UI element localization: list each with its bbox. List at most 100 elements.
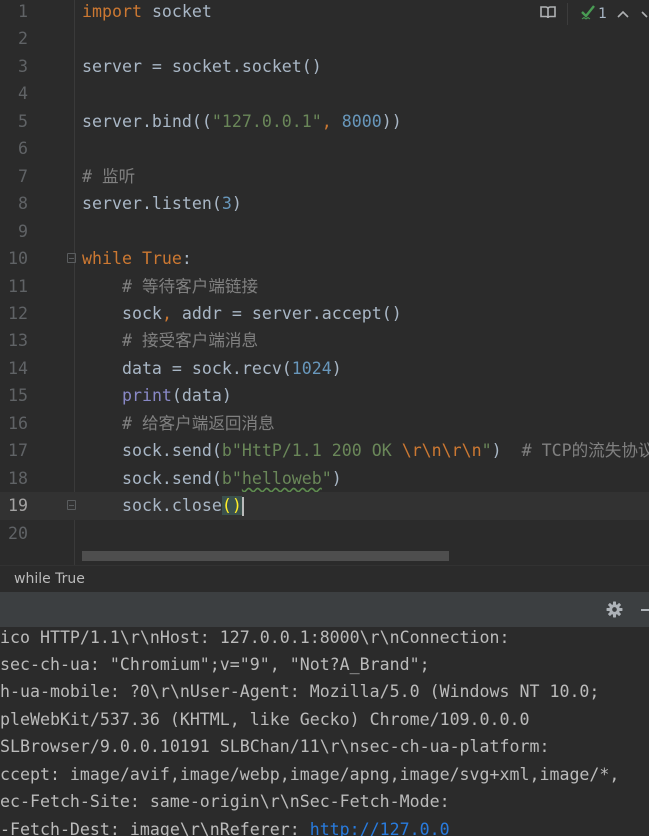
line-number[interactable]: 8 xyxy=(0,190,28,217)
fold-start-icon[interactable] xyxy=(67,253,76,264)
code-line[interactable]: 7 # 监听 xyxy=(0,163,649,190)
code-token: : xyxy=(181,249,192,269)
code-text: server.listen(3) xyxy=(82,190,242,217)
code-line[interactable]: 5 server.bind(("127.0.0.1", 8000)) xyxy=(0,108,649,135)
console-line: h-ua-mobile: ?0\r\nUser-Agent: Mozilla/5… xyxy=(0,678,599,705)
code-token: () xyxy=(221,496,242,516)
console-text: ccept: image/avif,image/webp,image/apng,… xyxy=(0,764,620,784)
console-text: SLBrowser/9.0.0.10191 SLBChan/11\r\nsec-… xyxy=(0,737,550,757)
code-line[interactable]: 15 print(data) xyxy=(0,382,649,409)
code-line[interactable]: 8 server.listen(3) xyxy=(0,190,649,217)
code-line[interactable]: 16 # 给客户端返回消息 xyxy=(0,410,649,437)
code-line[interactable]: 10 while True: xyxy=(0,245,649,272)
console-line: ccept: image/avif,image/webp,image/apng,… xyxy=(0,761,619,788)
console-output[interactable]: ico HTTP/1.1\r\nHost: 127.0.0.1:8000\r\n… xyxy=(0,627,649,836)
code-token: 8000 xyxy=(341,111,382,131)
code-text: server = socket.socket() xyxy=(82,53,322,80)
code-line[interactable]: 18 sock.send(b"helloweb") xyxy=(0,465,649,492)
chevron-up-icon[interactable] xyxy=(617,6,629,22)
gear-icon[interactable] xyxy=(606,601,623,622)
chevron-down-icon[interactable] xyxy=(641,6,649,22)
line-number[interactable]: 11 xyxy=(0,273,28,300)
code-token: True xyxy=(141,249,182,269)
inspection-count: 1 xyxy=(598,6,607,22)
code-line[interactable]: 4 xyxy=(0,80,649,107)
console-toolbar xyxy=(0,593,649,627)
line-number[interactable]: 2 xyxy=(0,25,28,52)
code-token: import xyxy=(82,2,142,21)
line-number[interactable]: 19 xyxy=(0,492,28,519)
line-number[interactable]: 13 xyxy=(0,327,28,354)
code-line[interactable]: 11 # 等待客户端链接 xyxy=(0,273,649,300)
check-icon[interactable] xyxy=(580,4,596,24)
fold-end-icon[interactable] xyxy=(67,500,76,511)
line-number[interactable]: 15 xyxy=(0,382,28,409)
code-token: sock.send( xyxy=(82,441,222,461)
horizontal-scrollbar[interactable] xyxy=(82,551,449,561)
code-line[interactable]: 17 sock.send(b"HttP/1.1 200 OK \r\n\r\n"… xyxy=(0,437,649,464)
code-token: server.bind(( xyxy=(82,111,212,131)
code-token: (data) xyxy=(171,386,232,406)
line-number[interactable]: 1 xyxy=(0,0,28,25)
code-line[interactable]: 19 sock.close() xyxy=(0,492,649,520)
code-line[interactable]: 6 xyxy=(0,135,649,162)
code-token: # 接受客户端消息 xyxy=(121,331,259,351)
code-token: # 等待客户端链接 xyxy=(121,276,259,296)
breadcrumb-item[interactable]: while True xyxy=(14,571,85,587)
code-token: ) xyxy=(231,194,242,214)
code-token: ) xyxy=(331,358,342,378)
line-number[interactable]: 12 xyxy=(0,300,28,327)
code-token: " xyxy=(481,441,492,461)
code-line[interactable]: 14 data = sock.recv(1024) xyxy=(0,355,649,382)
code-token: \r\n\r\n xyxy=(401,441,482,461)
line-number[interactable]: 4 xyxy=(0,80,28,107)
line-number[interactable]: 18 xyxy=(0,465,28,492)
line-number[interactable]: 14 xyxy=(0,355,28,382)
line-number[interactable]: 17 xyxy=(0,437,28,464)
separator xyxy=(567,3,569,25)
code-token: # 给客户端返回消息 xyxy=(121,413,275,433)
console-link[interactable]: http://127.0.0 xyxy=(310,820,450,836)
code-line[interactable]: 9 xyxy=(0,218,649,245)
console-line: -Fetch-Dest: image\r\nReferer: http://12… xyxy=(0,816,450,836)
code-line[interactable]: 20 xyxy=(0,520,649,547)
line-number[interactable]: 10 xyxy=(0,245,28,272)
line-number[interactable]: 16 xyxy=(0,410,28,437)
code-token: sock xyxy=(82,303,162,323)
code-token: )) xyxy=(381,111,402,131)
inspection-widget: 1 xyxy=(539,2,649,26)
line-number[interactable]: 9 xyxy=(0,218,28,245)
line-number[interactable]: 3 xyxy=(0,53,28,80)
code-text: server.bind(("127.0.0.1", 8000)) xyxy=(82,108,402,135)
console-text: h-ua-mobile: ?0\r\nUser-Agent: Mozilla/5… xyxy=(0,682,600,702)
code-text: # 监听 xyxy=(82,163,135,190)
code-text: print(data) xyxy=(82,382,232,409)
code-text: sock.close() xyxy=(82,492,244,519)
console-text: sec-ch-ua: "Chromium";v="9", "Not?A_Bran… xyxy=(0,654,430,674)
line-number[interactable]: 7 xyxy=(0,163,28,190)
book-icon[interactable] xyxy=(539,4,557,24)
console-line: SLBrowser/9.0.0.10191 SLBChan/11\r\nsec-… xyxy=(0,733,549,760)
code-text: # 等待客户端链接 xyxy=(82,273,258,300)
code-token: " xyxy=(321,468,332,488)
code-token: while xyxy=(82,249,132,269)
code-line[interactable]: 2 xyxy=(0,25,649,52)
code-text: sock.send(b"helloweb") xyxy=(82,465,342,492)
code-line[interactable]: 12 sock, addr = server.accept() xyxy=(0,300,649,327)
code-token: helloweb xyxy=(241,468,322,488)
console-line: ec-Fetch-Site: same-origin\r\nSec-Fetch-… xyxy=(0,788,450,815)
code-line[interactable]: 13 # 接受客户端消息 xyxy=(0,327,649,354)
code-token: b" xyxy=(221,468,242,488)
code-line[interactable]: 3 server = socket.socket() xyxy=(0,53,649,80)
line-number[interactable]: 6 xyxy=(0,135,28,162)
code-editor[interactable]: 1 import socket 2 3 server = socket.socket()… xyxy=(0,0,649,565)
line-number[interactable]: 5 xyxy=(0,108,28,135)
code-token: b"HttP/1.1 200 OK xyxy=(221,441,402,461)
minimize-icon[interactable] xyxy=(641,609,649,611)
code-token: "127.0.0.1" xyxy=(211,111,322,131)
line-number[interactable]: 20 xyxy=(0,520,28,547)
